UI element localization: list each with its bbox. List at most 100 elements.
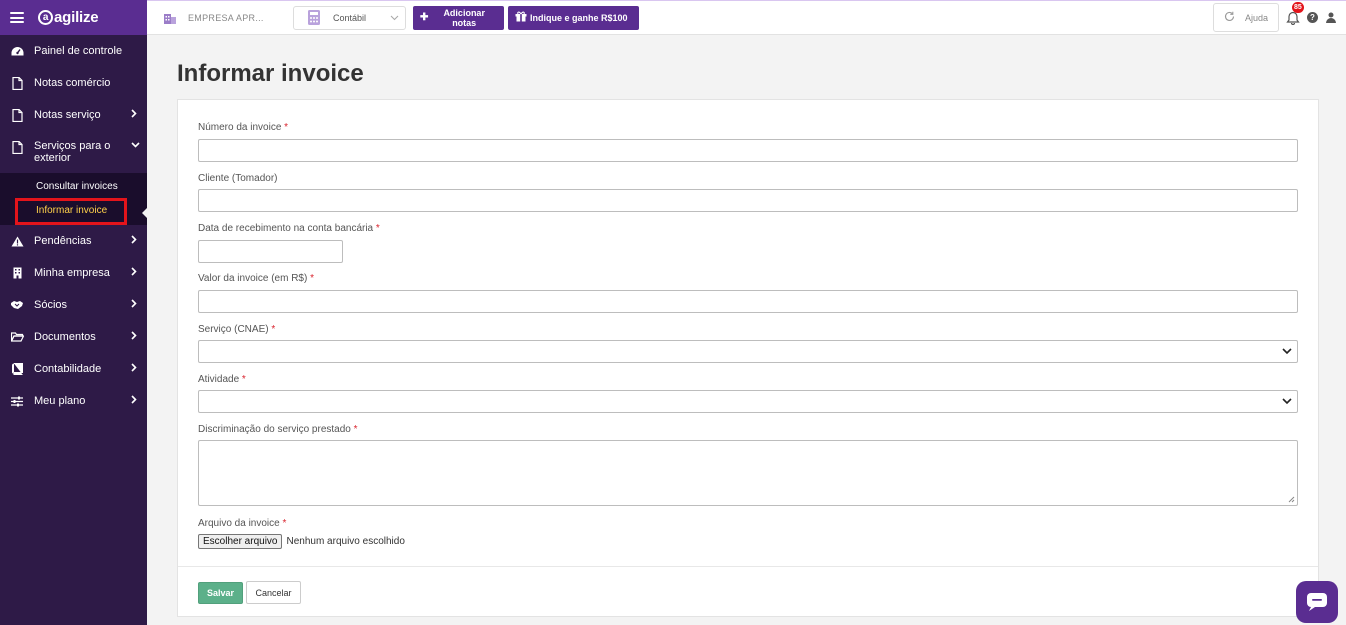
description-textarea[interactable] bbox=[198, 440, 1298, 506]
file-status: Nenhum arquivo escolhido bbox=[286, 536, 405, 547]
sidebar-nav: Painel de controle Notas comércio Notas … bbox=[0, 35, 147, 417]
required-mark: * bbox=[353, 424, 358, 435]
company-icon bbox=[164, 13, 176, 24]
invoice-number-input[interactable] bbox=[198, 139, 1298, 162]
sidebar-item-pendencias[interactable]: Pendências bbox=[0, 225, 147, 257]
file-input: Escolher arquivo Nenhum arquivo escolhid… bbox=[198, 534, 405, 549]
book-icon bbox=[10, 363, 24, 375]
building-icon bbox=[10, 267, 24, 279]
required-mark: * bbox=[310, 273, 314, 284]
chevron-down-icon bbox=[1282, 398, 1292, 405]
value-input[interactable] bbox=[198, 290, 1298, 313]
handshake-icon bbox=[10, 300, 24, 310]
sidebar-item-label: Serviços para o exterior bbox=[34, 140, 111, 164]
sidebar-item-painel[interactable]: Painel de controle bbox=[0, 35, 147, 67]
bell-icon bbox=[1286, 11, 1300, 25]
sidebar-item-contabilidade[interactable]: Contabilidade bbox=[0, 353, 147, 385]
chevron-down-icon bbox=[390, 13, 399, 23]
sidebar: a agilize Painel de controle Notas comér… bbox=[0, 0, 147, 625]
form-footer-divider bbox=[178, 566, 1318, 567]
sidebar-item-documentos[interactable]: Documentos bbox=[0, 321, 147, 353]
submenu-item-consultar-invoices[interactable]: Consultar invoices bbox=[0, 175, 147, 199]
menu-icon[interactable] bbox=[10, 12, 24, 23]
sidebar-item-label: Sócios bbox=[34, 299, 68, 311]
label-text: Discriminação do serviço prestado bbox=[198, 424, 351, 435]
topbar-actions: Ajuda 85 ? bbox=[1213, 1, 1336, 32]
calculator-icon bbox=[308, 10, 320, 25]
company-name[interactable]: EMPRESA APR... bbox=[164, 12, 288, 24]
chevron-down-icon bbox=[131, 140, 140, 151]
chevron-down-icon bbox=[1282, 348, 1292, 355]
chevron-right-icon bbox=[131, 331, 139, 343]
date-label: Data de recebimento na conta bancária * bbox=[198, 223, 380, 234]
document-icon bbox=[10, 108, 24, 122]
label-text: Data de recebimento na conta bancária bbox=[198, 223, 374, 234]
topbar: EMPRESA APR... Contábil ✚ Adicionar nota… bbox=[147, 0, 1346, 35]
label-text: Serviço (CNAE) bbox=[198, 324, 269, 335]
required-mark: * bbox=[282, 518, 287, 529]
active-item-indicator bbox=[142, 208, 147, 218]
document-icon bbox=[10, 76, 24, 90]
sidebar-item-label: Pendências bbox=[34, 235, 92, 247]
profile-selector-value: Contábil bbox=[333, 12, 367, 23]
help-circle-icon[interactable]: ? bbox=[1307, 12, 1318, 23]
required-mark: * bbox=[241, 374, 246, 385]
client-label: Cliente (Tomador) bbox=[198, 173, 278, 184]
help-button[interactable]: Ajuda bbox=[1213, 3, 1279, 32]
activity-select[interactable] bbox=[198, 390, 1298, 413]
chevron-right-icon bbox=[131, 395, 139, 407]
client-input[interactable] bbox=[198, 189, 1298, 212]
sidebar-item-label: Painel de controle bbox=[34, 45, 123, 57]
add-notes-button[interactable]: ✚ Adicionar notas bbox=[413, 5, 504, 30]
logo[interactable]: a agilize bbox=[38, 9, 99, 26]
sidebar-item-label: Notas serviço bbox=[34, 109, 101, 121]
gift-icon bbox=[515, 11, 527, 25]
cancel-button[interactable]: Cancelar bbox=[246, 581, 301, 604]
company-label: EMPRESA APR... bbox=[188, 12, 264, 23]
date-input[interactable] bbox=[198, 240, 343, 263]
resize-handle-icon[interactable] bbox=[1287, 495, 1295, 503]
required-mark: * bbox=[284, 122, 289, 133]
sidebar-brand: a agilize bbox=[0, 0, 147, 35]
sidebar-item-label: Minha empresa bbox=[34, 267, 110, 279]
chevron-right-icon bbox=[131, 363, 139, 375]
help-label: Ajuda bbox=[1245, 12, 1269, 23]
profile-selector[interactable]: Contábil bbox=[293, 5, 406, 30]
sidebar-item-label: Contabilidade bbox=[34, 363, 102, 375]
label-text: Atividade bbox=[198, 374, 240, 385]
referral-label: Indique e ganhe R$100 bbox=[530, 12, 628, 23]
sidebar-item-label: Documentos bbox=[34, 331, 96, 343]
chevron-right-icon bbox=[131, 109, 139, 121]
description-label: Discriminação do serviço prestado * bbox=[198, 424, 358, 435]
chat-icon bbox=[1307, 593, 1327, 611]
sidebar-item-servicos-exterior[interactable]: Serviços para o exterior bbox=[0, 131, 147, 173]
user-icon[interactable] bbox=[1326, 12, 1336, 23]
required-mark: * bbox=[271, 324, 276, 335]
label-text: Valor da invoice (em R$) bbox=[198, 273, 308, 284]
refresh-icon bbox=[1224, 11, 1235, 25]
active-item-highlight bbox=[15, 198, 127, 225]
sidebar-item-socios[interactable]: Sócios bbox=[0, 289, 147, 321]
plus-icon: ✚ bbox=[420, 12, 429, 23]
activity-label: Atividade * bbox=[198, 374, 246, 385]
service-select[interactable] bbox=[198, 340, 1298, 363]
sidebar-item-notas-comercio[interactable]: Notas comércio bbox=[0, 67, 147, 99]
label-text: Arquivo da invoice bbox=[198, 518, 280, 529]
sidebar-item-minha-empresa[interactable]: Minha empresa bbox=[0, 257, 147, 289]
chevron-right-icon bbox=[131, 299, 139, 311]
chat-button[interactable] bbox=[1296, 581, 1338, 623]
logo-text: agilize bbox=[54, 9, 99, 26]
invoice-number-label: Número da invoice * bbox=[198, 122, 288, 133]
notifications-button[interactable]: 85 bbox=[1286, 1, 1304, 25]
service-label: Serviço (CNAE) * bbox=[198, 324, 275, 335]
sidebar-item-label: Meu plano bbox=[34, 395, 86, 407]
sidebar-item-label: Notas comércio bbox=[34, 77, 111, 89]
sidebar-item-meu-plano[interactable]: Meu plano bbox=[0, 385, 147, 417]
choose-file-button[interactable]: Escolher arquivo bbox=[198, 534, 283, 549]
file-label: Arquivo da invoice * bbox=[198, 518, 286, 529]
logo-mark: a bbox=[38, 10, 53, 25]
save-button[interactable]: Salvar bbox=[198, 582, 243, 604]
referral-button[interactable]: Indique e ganhe R$100 bbox=[508, 5, 639, 30]
sidebar-item-notas-servico[interactable]: Notas serviço bbox=[0, 99, 147, 131]
notification-badge: 85 bbox=[1292, 1, 1304, 13]
